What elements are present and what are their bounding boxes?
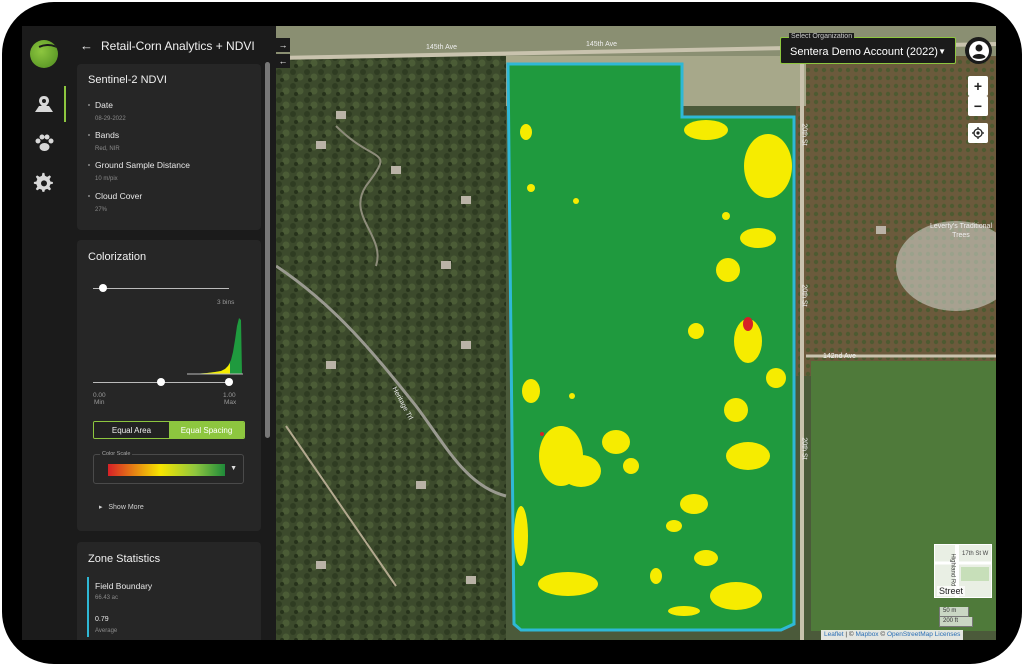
device-frame: ← Retail-Corn Analytics + NDVI Sentinel-… bbox=[2, 2, 1022, 664]
organization-select-label: Select Organization bbox=[789, 33, 854, 40]
caret-down-icon: ▼ bbox=[938, 47, 946, 56]
zone-average-value: 0.79 bbox=[95, 616, 109, 623]
range-max-label: Max bbox=[224, 399, 236, 406]
road-label-142nd-ave: 142nd Ave bbox=[823, 353, 856, 360]
zone-area: 66.43 ac bbox=[95, 595, 118, 601]
user-avatar[interactable] bbox=[965, 37, 992, 64]
range-max-value: 1.00 bbox=[223, 392, 236, 399]
colorization-card: Colorization 3 bins 0.00 Min 1.00 Max Eq… bbox=[77, 240, 261, 531]
bins-label: 3 bins bbox=[217, 299, 234, 306]
back-arrow-icon[interactable]: ← bbox=[80, 38, 93, 53]
color-scale-select[interactable]: Color Scale ▼ bbox=[93, 454, 244, 484]
road-label-20th-st: 20th St bbox=[801, 123, 808, 145]
crosshair-icon bbox=[972, 127, 984, 139]
zoom-out-button[interactable]: − bbox=[968, 96, 988, 116]
bins-slider-handle[interactable] bbox=[99, 284, 107, 292]
scale-imperial: 200 ft bbox=[939, 617, 973, 627]
locate-button[interactable] bbox=[968, 123, 988, 143]
equal-spacing-button[interactable]: Equal Spacing bbox=[169, 422, 244, 438]
show-more-toggle[interactable]: ▸ Show More bbox=[99, 503, 144, 511]
panel-header: ← Retail-Corn Analytics + NDVI bbox=[80, 38, 255, 53]
openstreetmap-link[interactable]: OpenStreetMap bbox=[887, 631, 933, 638]
colorization-title: Colorization bbox=[88, 251, 146, 263]
road-label-145th-ave: 145th Ave bbox=[426, 44, 457, 51]
zone-color-bar bbox=[87, 577, 89, 637]
collapse-panel-button[interactable]: ← bbox=[276, 54, 290, 68]
caret-right-icon: ▸ bbox=[99, 504, 103, 511]
organization-select-value: Sentera Demo Account (2022) bbox=[790, 46, 938, 58]
thumb-label-highland-rd: Highland Rd bbox=[950, 553, 956, 586]
zoom-in-button[interactable]: + bbox=[968, 76, 988, 96]
property-date: Date 08-29-2022 bbox=[88, 100, 126, 122]
expand-panel-button[interactable]: → bbox=[276, 38, 290, 52]
map-pin-icon[interactable] bbox=[32, 92, 56, 116]
icon-rail bbox=[22, 26, 66, 640]
color-scale-gradient bbox=[108, 464, 225, 476]
zone-statistics-card: Zone Statistics Field Boundary 66.43 ac … bbox=[77, 542, 261, 640]
binning-mode-toggle: Equal Area Equal Spacing bbox=[93, 421, 245, 439]
mapbox-link[interactable]: Mapbox bbox=[855, 631, 878, 638]
range-min-value: 0.00 bbox=[93, 392, 106, 399]
zone-statistics-title: Zone Statistics bbox=[88, 553, 160, 565]
road-label-145th-ave-2: 145th Ave bbox=[586, 41, 617, 48]
basemap-toggle[interactable]: 17th St W Highland Rd Street bbox=[934, 544, 992, 598]
range-min-label: Min bbox=[94, 399, 104, 406]
color-scale-label: Color Scale bbox=[100, 451, 132, 457]
poi-label: Leverty's Traditional Trees bbox=[926, 222, 996, 240]
map-attribution: Leaflet | © Mapbox © OpenStreetMap Licen… bbox=[821, 630, 963, 640]
licenses-link[interactable]: Licenses bbox=[935, 631, 961, 638]
imagery-card: Sentinel-2 NDVI Date 08-29-2022 Bands Re… bbox=[77, 64, 261, 230]
equal-area-button[interactable]: Equal Area bbox=[94, 422, 169, 438]
map-view[interactable]: 145th Ave 145th Ave 142nd Ave Heritage T… bbox=[276, 26, 996, 640]
arrow-left-icon: ← bbox=[279, 56, 288, 66]
panel-title: Retail-Corn Analytics + NDVI bbox=[101, 39, 255, 53]
thumb-label-17th-st: 17th St W bbox=[962, 551, 988, 557]
gear-icon[interactable] bbox=[32, 171, 56, 195]
panel-scrollbar[interactable] bbox=[265, 62, 270, 438]
property-bands: Bands Red, NIR bbox=[88, 130, 120, 152]
leaflet-link[interactable]: Leaflet bbox=[824, 631, 844, 638]
organization-select[interactable]: Select Organization Sentera Demo Account… bbox=[780, 37, 956, 64]
active-nav-indicator bbox=[64, 86, 66, 122]
imagery-title: Sentinel-2 NDVI bbox=[88, 74, 167, 86]
property-gsd: Ground Sample Distance 10 m/pix bbox=[88, 160, 190, 182]
sentera-logo-icon[interactable] bbox=[30, 40, 58, 68]
bins-slider-track[interactable] bbox=[93, 288, 229, 289]
arrow-right-icon: → bbox=[279, 40, 288, 50]
range-slider-min-handle[interactable] bbox=[157, 378, 165, 386]
zone-average-label: Average bbox=[95, 628, 117, 634]
basemap-toggle-label: Street bbox=[937, 586, 965, 596]
road-label-20th-st-3: 20th St bbox=[801, 437, 808, 459]
app-screen: ← Retail-Corn Analytics + NDVI Sentinel-… bbox=[22, 26, 996, 640]
user-icon bbox=[968, 40, 990, 62]
zone-name: Field Boundary bbox=[95, 581, 152, 591]
caret-down-icon: ▼ bbox=[230, 465, 237, 472]
paw-icon[interactable] bbox=[32, 131, 56, 155]
scale-metric: 50 m bbox=[939, 607, 969, 617]
satellite-basemap bbox=[276, 26, 996, 640]
range-slider-max-handle[interactable] bbox=[225, 378, 233, 386]
side-panel: ← Retail-Corn Analytics + NDVI Sentinel-… bbox=[68, 26, 268, 640]
ndvi-histogram bbox=[187, 316, 243, 376]
property-cloud-cover: Cloud Cover 27% bbox=[88, 191, 142, 213]
road-label-20th-st-2: 20th St bbox=[801, 284, 808, 306]
